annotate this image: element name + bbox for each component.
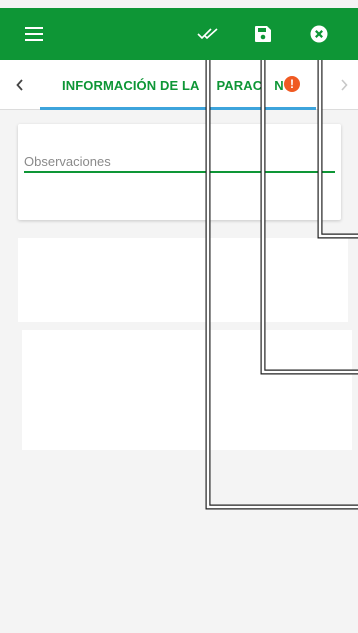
tab-label-part2: PARAC <box>216 78 263 93</box>
chevron-right-icon[interactable] <box>330 60 358 110</box>
tab-active-indicator <box>40 107 316 110</box>
tab-label-part1: INFORMACIÓN DE LA <box>62 78 200 93</box>
double-check-icon[interactable] <box>186 8 230 60</box>
tab-informacion-reparacion[interactable]: INFORMACIÓN DE LA PARAC N <box>62 78 284 93</box>
observations-underline <box>24 171 335 173</box>
close-circle-icon[interactable] <box>297 8 341 60</box>
observations-field[interactable]: Observaciones <box>24 154 111 169</box>
alert-badge: ! <box>284 76 300 92</box>
chevron-left-icon[interactable] <box>6 60 34 110</box>
hamburger-menu-icon[interactable] <box>12 8 56 60</box>
app-bar <box>0 8 358 60</box>
blank-panel-2 <box>22 330 352 450</box>
observations-card: Observaciones <box>18 124 341 220</box>
blank-panel-1 <box>18 238 348 322</box>
tab-bar: INFORMACIÓN DE LA PARAC N ! <box>0 60 358 110</box>
floppy-disk-save-icon[interactable] <box>241 8 285 60</box>
tab-label-part3: N <box>274 78 284 93</box>
